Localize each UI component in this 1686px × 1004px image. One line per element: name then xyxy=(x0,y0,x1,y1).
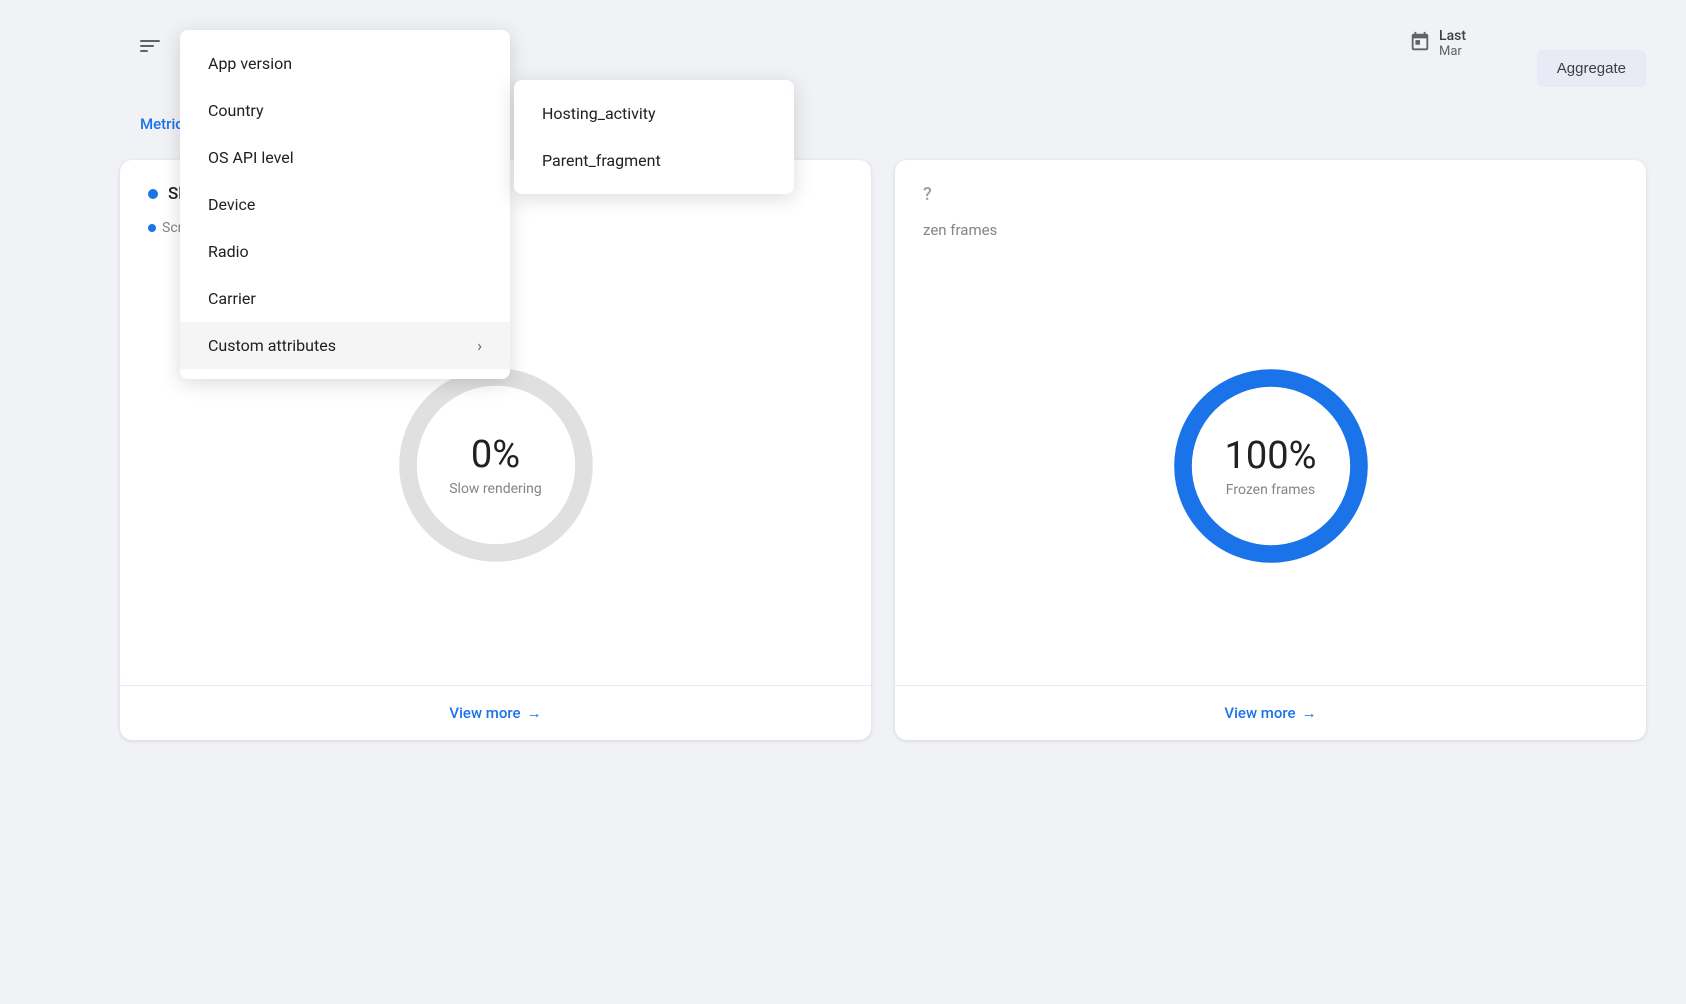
os-api-level-label: OS API level xyxy=(208,148,294,167)
custom-attributes-label: Custom attributes xyxy=(208,336,336,355)
frozen-partial-label: zen frames xyxy=(895,221,1646,247)
calendar-icon xyxy=(1409,31,1431,57)
carrier-label: Carrier xyxy=(208,289,256,308)
slow-percent: 0% xyxy=(449,433,542,477)
frozen-icon-question: ? xyxy=(923,184,932,205)
slow-arrow-icon: → xyxy=(527,704,542,722)
slow-card-footer: View more → xyxy=(120,685,871,740)
frozen-frames-card-header: ? xyxy=(895,160,1646,221)
dropdown-panel-left: App version Country OS API level Device … xyxy=(180,30,510,379)
mar-label: Mar xyxy=(1439,44,1466,59)
dropdown-item-hosting-activity[interactable]: Hosting_activity xyxy=(514,90,794,137)
frozen-view-more-text: View more xyxy=(1224,704,1295,722)
slow-donut-label: 0% Slow rendering xyxy=(449,433,542,497)
aggregate-button[interactable]: Aggregate xyxy=(1537,50,1646,87)
dropdown-overlay: App version Country OS API level Device … xyxy=(180,30,794,379)
device-label: Device xyxy=(208,195,255,214)
dropdown-submenu-panel: Hosting_activity Parent_fragment xyxy=(514,80,794,194)
dropdown-item-parent-fragment[interactable]: Parent_fragment xyxy=(514,137,794,184)
slow-view-more-link[interactable]: View more → xyxy=(449,704,541,722)
hosting-activity-label: Hosting_activity xyxy=(542,104,656,123)
slow-sub-label: Slow rendering xyxy=(449,481,542,497)
frozen-sub-label: Frozen frames xyxy=(1225,482,1317,498)
slow-donut-chart: 0% Slow rendering xyxy=(386,355,606,575)
slow-view-more-text: View more xyxy=(449,704,520,722)
frozen-donut-label: 100% Frozen frames xyxy=(1225,434,1317,498)
dropdown-item-radio[interactable]: Radio xyxy=(180,228,510,275)
calendar-area: Last Mar xyxy=(1409,28,1466,59)
last-label: Last xyxy=(1439,28,1466,44)
country-label: Country xyxy=(208,101,264,120)
frozen-percent: 100% xyxy=(1225,434,1317,478)
frozen-arrow-icon: → xyxy=(1302,704,1317,722)
frozen-donut-chart: 100% Frozen frames xyxy=(1161,356,1381,576)
screen-dot xyxy=(148,224,156,232)
frozen-view-more-link[interactable]: View more → xyxy=(1224,704,1316,722)
frozen-card-content: 100% Frozen frames xyxy=(895,247,1646,685)
dropdown-item-app-version[interactable]: App version xyxy=(180,40,510,87)
app-version-label: App version xyxy=(208,54,292,73)
card-dot xyxy=(148,189,158,199)
filter-icon[interactable] xyxy=(140,40,160,52)
parent-fragment-label: Parent_fragment xyxy=(542,151,661,170)
dropdown-item-custom-attributes[interactable]: Custom attributes › xyxy=(180,322,510,369)
dropdown-item-country[interactable]: Country xyxy=(180,87,510,134)
frozen-frames-card: ? zen frames 100% Frozen frames xyxy=(895,160,1646,740)
frozen-card-footer: View more → xyxy=(895,685,1646,740)
calendar-last-text: Last Mar xyxy=(1439,28,1466,59)
frozen-label-partial-text: zen frames xyxy=(923,221,997,239)
radio-label: Radio xyxy=(208,242,249,261)
filter-icon-area[interactable] xyxy=(140,40,160,52)
dropdown-item-os-api-level[interactable]: OS API level xyxy=(180,134,510,181)
chevron-right-icon: › xyxy=(477,336,482,355)
dropdown-item-carrier[interactable]: Carrier xyxy=(180,275,510,322)
dropdown-item-device[interactable]: Device xyxy=(180,181,510,228)
